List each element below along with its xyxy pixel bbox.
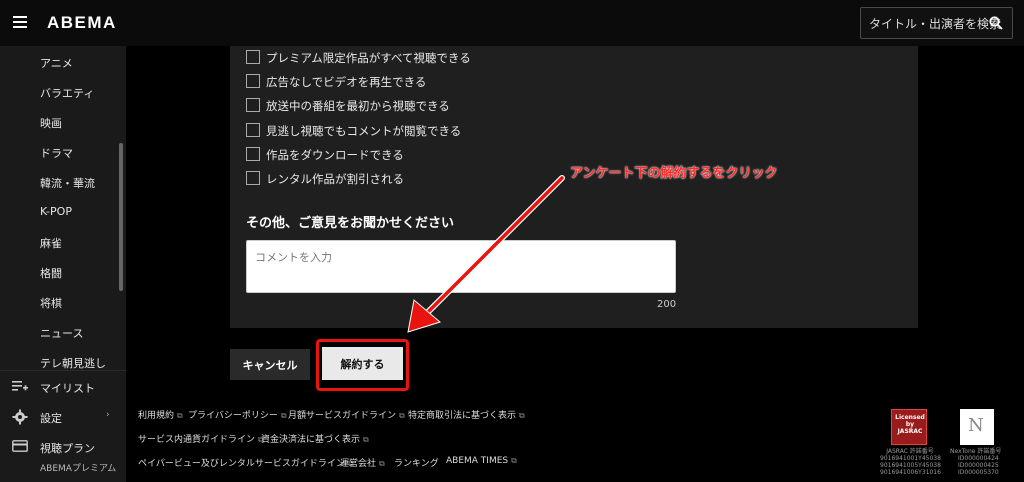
search-input[interactable]: タイトル・出演者を検索 bbox=[860, 7, 1013, 39]
search-icon[interactable] bbox=[989, 16, 1003, 30]
checkbox[interactable] bbox=[246, 74, 260, 88]
top-header: ABEMA タイトル・出演者を検索 bbox=[0, 0, 1024, 46]
footer-link-ppv-guide[interactable]: ペイパービュー及びレンタルサービスガイドライン ⧉ bbox=[138, 456, 354, 469]
jasrac-logo: Licensed by JASRAC bbox=[891, 409, 927, 445]
footer-link-ranking[interactable]: ランキング bbox=[394, 456, 439, 469]
checkbox[interactable] bbox=[246, 123, 260, 137]
abema-logo[interactable]: ABEMA bbox=[47, 13, 117, 33]
sidebar-item-drama[interactable]: ドラマ bbox=[40, 145, 73, 161]
sidebar-item-shogi[interactable]: 将棋 bbox=[40, 295, 62, 311]
sidebar-item-korean-chinese[interactable]: 韓流・華流 bbox=[40, 175, 95, 191]
sidebar-item-mylist[interactable]: マイリスト bbox=[0, 373, 126, 401]
sidebar: アニメ バラエティ 映画 ドラマ 韓流・華流 K-POP 麻雀 格闘 将棋 ニュ… bbox=[0, 46, 126, 482]
external-link-icon: ⧉ bbox=[399, 411, 405, 420]
sidebar-item-news[interactable]: ニュース bbox=[40, 325, 83, 341]
sidebar-item-tv-asahi[interactable]: テレ朝見逃し bbox=[40, 355, 106, 371]
checkbox[interactable] bbox=[246, 50, 260, 64]
sidebar-item-settings[interactable]: 設定 › bbox=[0, 403, 126, 431]
footer-link-monthly-guide[interactable]: 月額サービスガイドライン ⧉ bbox=[288, 408, 405, 421]
sidebar-item-mahjong[interactable]: 麻雀 bbox=[40, 235, 62, 251]
checkbox[interactable] bbox=[246, 98, 260, 112]
unsubscribe-button[interactable]: 解約する bbox=[322, 347, 403, 380]
external-link-icon: ⧉ bbox=[363, 435, 369, 444]
settings-label: 設定 bbox=[40, 412, 62, 425]
cancel-button[interactable]: キャンセル bbox=[230, 349, 310, 380]
footer-link-privacy[interactable]: プライバシーポリシー ⧉ bbox=[188, 408, 287, 421]
survey-panel: プレミアム限定作品がすべて視聴できる 広告なしでビデオを再生できる 放送中の番組… bbox=[230, 46, 918, 328]
nextone-license: NexTone 許諾番号 ID000000424 ID000000425 ID0… bbox=[950, 448, 1002, 476]
plan-label: 視聴プラン bbox=[40, 442, 95, 455]
sidebar-item-anime[interactable]: アニメ bbox=[40, 55, 73, 71]
menu-icon[interactable] bbox=[13, 16, 27, 28]
credit-card-icon bbox=[12, 440, 28, 452]
nextone-logo: N bbox=[960, 409, 994, 445]
footer-link-terms[interactable]: 利用規約 ⧉ bbox=[138, 408, 183, 421]
external-link-icon: ⧉ bbox=[177, 411, 183, 420]
footer-link-payment-law[interactable]: 資金決済法に基づく表示 ⧉ bbox=[261, 432, 369, 445]
checkbox[interactable] bbox=[246, 171, 260, 185]
other-opinion-title: その他、ご意見をお聞かせください bbox=[246, 216, 455, 231]
annotation-text: アンケート下の解約するをクリック bbox=[570, 166, 778, 181]
sidebar-scrollbar[interactable] bbox=[119, 143, 123, 291]
chevron-right-icon: › bbox=[106, 410, 110, 420]
footer-link-company[interactable]: 運営会社 ⧉ bbox=[340, 456, 385, 469]
mylist-icon bbox=[12, 381, 28, 391]
comment-input[interactable] bbox=[246, 240, 676, 293]
checkbox[interactable] bbox=[246, 147, 260, 161]
gear-icon bbox=[12, 409, 28, 425]
footer-link-commerce[interactable]: 特定商取引法に基づく表示 ⧉ bbox=[408, 408, 525, 421]
external-link-icon: ⧉ bbox=[280, 411, 287, 420]
jasrac-license: JASRAC 許諾番号 9016941001Y45038 9016941005Y… bbox=[880, 448, 941, 476]
footer-link-currency-guide[interactable]: サービス内通貨ガイドライン ⧉ bbox=[138, 432, 264, 445]
external-link-icon: ⧉ bbox=[379, 459, 385, 468]
char-limit: 200 bbox=[657, 299, 677, 310]
sidebar-item-variety[interactable]: バラエティ bbox=[40, 85, 94, 101]
sidebar-item-kpop[interactable]: K-POP bbox=[40, 205, 72, 218]
sidebar-item-plan[interactable]: 視聴プラン bbox=[0, 433, 126, 461]
sidebar-item-movie[interactable]: 映画 bbox=[40, 115, 62, 131]
external-link-icon: ⧉ bbox=[511, 456, 517, 465]
footer-link-abema-times[interactable]: ABEMA TIMES ⧉ bbox=[446, 456, 517, 466]
external-link-icon: ⧉ bbox=[519, 411, 525, 420]
mylist-label: マイリスト bbox=[40, 382, 95, 395]
sidebar-item-fighting[interactable]: 格闘 bbox=[40, 265, 62, 281]
search-placeholder: タイトル・出演者を検索 bbox=[869, 17, 1002, 31]
plan-sub-label: ABEMAプレミアム bbox=[40, 464, 117, 474]
